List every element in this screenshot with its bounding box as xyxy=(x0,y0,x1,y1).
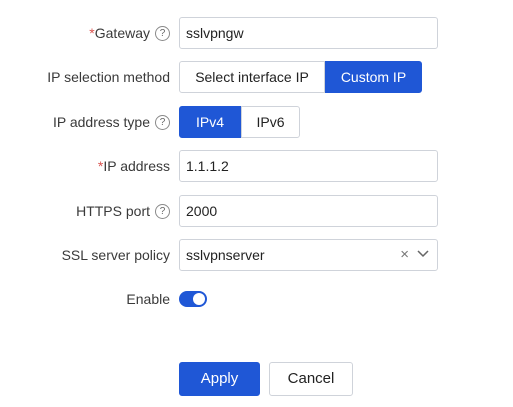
ssl-policy-row: SSL server policy sslvpnserver × xyxy=(0,239,513,271)
clear-icon[interactable]: × xyxy=(400,240,409,270)
enable-toggle[interactable] xyxy=(179,291,207,307)
https-port-input[interactable] xyxy=(179,195,438,227)
enable-label: Enable xyxy=(126,291,170,307)
enable-row: Enable xyxy=(0,283,513,315)
chevron-down-icon[interactable] xyxy=(417,250,429,258)
ip-selection-label: IP selection method xyxy=(47,69,170,85)
gateway-label: *Gateway? xyxy=(89,17,170,49)
ip-type-row: IP address type? IPv4 IPv6 xyxy=(0,106,513,138)
gateway-input[interactable] xyxy=(179,17,438,49)
ip-address-label: *IP address xyxy=(97,158,170,174)
ip-selection-toggle-group: Select interface IP Custom IP xyxy=(179,61,422,93)
help-icon[interactable]: ? xyxy=(155,203,170,219)
https-port-label: HTTPS port? xyxy=(76,195,170,227)
cancel-button[interactable]: Cancel xyxy=(269,362,353,396)
help-icon[interactable]: ? xyxy=(155,114,170,130)
gateway-row: *Gateway? xyxy=(0,17,513,49)
ssl-policy-select[interactable]: sslvpnserver × xyxy=(179,239,438,271)
ssl-policy-value: sslvpnserver xyxy=(186,247,265,263)
ip-type-toggle-group: IPv4 IPv6 xyxy=(179,106,300,138)
ip-address-row: *IP address xyxy=(0,150,513,182)
ipv4-option[interactable]: IPv4 xyxy=(179,106,241,138)
ipv6-option[interactable]: IPv6 xyxy=(241,106,300,138)
help-icon[interactable]: ? xyxy=(155,25,170,41)
ip-type-label: IP address type? xyxy=(53,106,170,138)
ssl-policy-label: SSL server policy xyxy=(61,247,170,263)
apply-button[interactable]: Apply xyxy=(179,362,260,396)
select-interface-ip-option[interactable]: Select interface IP xyxy=(179,61,325,93)
ip-selection-row: IP selection method Select interface IP … xyxy=(0,61,513,93)
custom-ip-option[interactable]: Custom IP xyxy=(325,61,422,93)
toggle-knob xyxy=(193,293,205,305)
ip-address-input[interactable] xyxy=(179,150,438,182)
https-port-row: HTTPS port? xyxy=(0,195,513,227)
